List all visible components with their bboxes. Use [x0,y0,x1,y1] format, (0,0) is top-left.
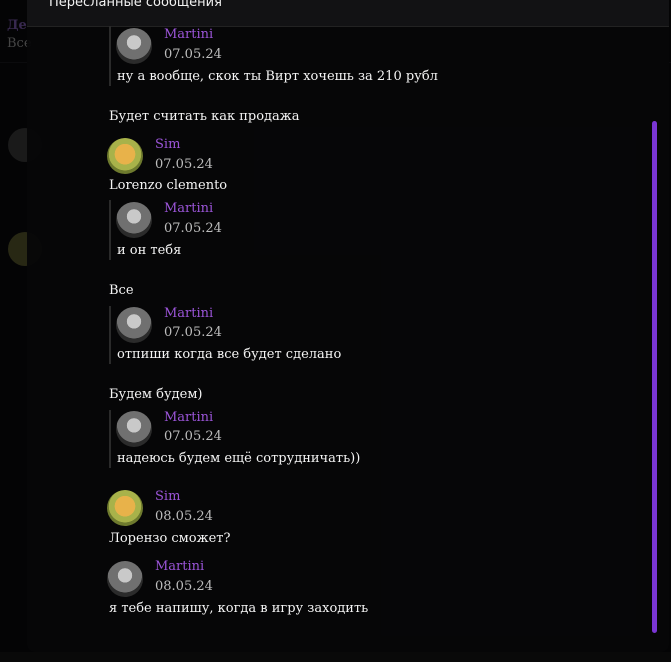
scrollbar-thumb[interactable] [652,121,657,633]
message-author[interactable]: Martini [164,410,213,425]
message-date: 07.05.24 [164,325,222,340]
message-date: 07.05.24 [164,221,222,236]
message-date: 07.05.24 [164,47,222,62]
message-author[interactable]: Martini [164,201,213,216]
martini-avatar [107,561,143,597]
message-text: надеюсь будем ещё сотрудничать)) [117,451,361,466]
sim-avatar [107,490,143,526]
message-author[interactable]: Martini [155,559,204,574]
message-text: Будет считать как продажа [109,109,300,124]
message-text: Все [109,283,134,298]
message-date: 07.05.24 [155,157,213,172]
martini-avatar [116,202,152,238]
message-date: 08.05.24 [155,579,213,594]
message-author[interactable]: Martini [164,27,213,42]
martini-avatar [116,307,152,343]
message-text: я тебе напишу, когда в игру заходить [109,601,369,616]
message-text: и он тебя [117,243,182,258]
sim-avatar [107,138,143,174]
message-list[interactable]: Martini 07.05.24 ну а вообще, скок ты Ви… [27,0,647,652]
martini-avatar [116,411,152,447]
message-text: отпиши когда все будет сделано [117,347,342,362]
message-date: 07.05.24 [164,429,222,444]
message-text: Lorenzo clemento [109,178,228,193]
message-text: Будем будем) [109,387,203,402]
forwarded-messages-modal: Пересланные сообщения Martini 07.05.24 н… [27,0,669,652]
message-author[interactable]: Sim [155,137,180,152]
message-text: Лорензо сможет? [109,531,231,546]
message-author[interactable]: Sim [155,489,180,504]
martini-avatar [116,28,152,64]
message-text: ну а вообще, скок ты Вирт хочешь за 210 … [117,69,438,84]
message-author[interactable]: Martini [164,306,213,321]
message-date: 08.05.24 [155,509,213,524]
